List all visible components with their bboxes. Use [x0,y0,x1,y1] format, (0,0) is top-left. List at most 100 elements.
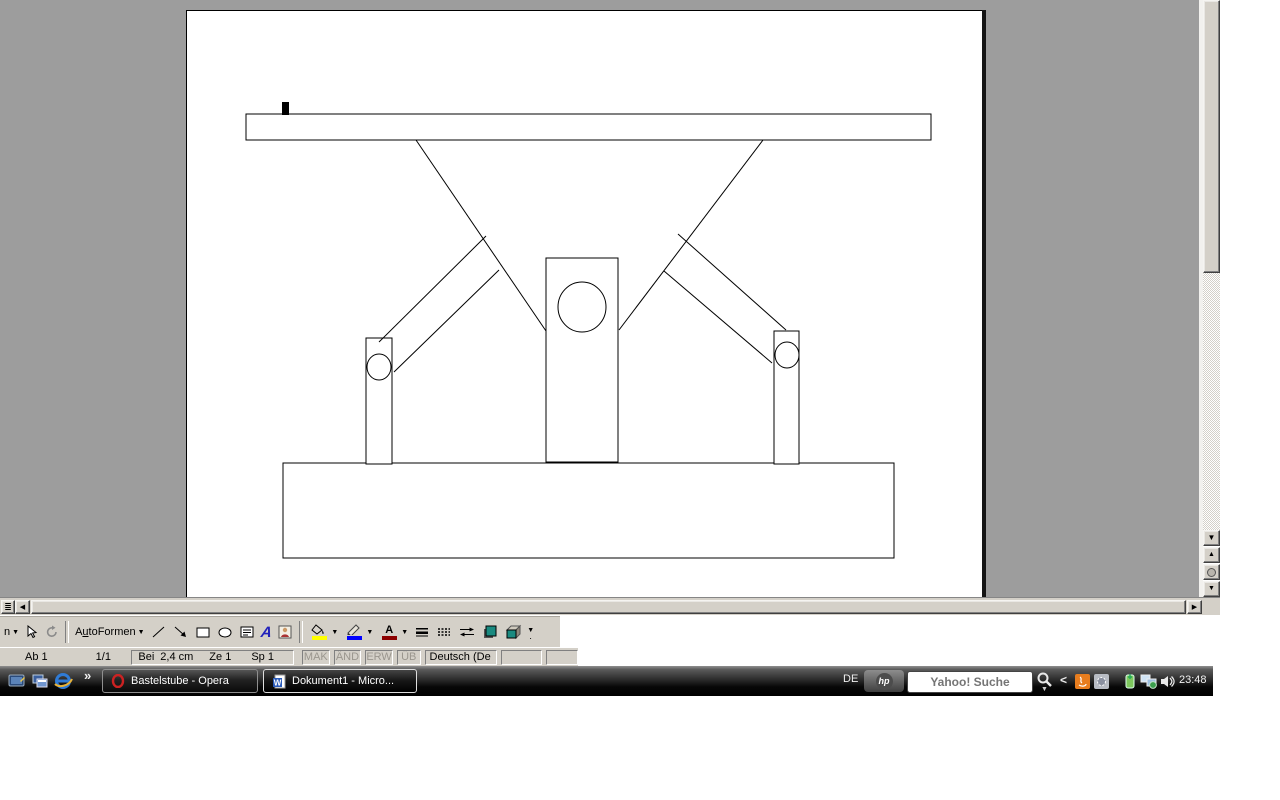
font-color-button[interactable]: A ▼ [376,621,411,643]
arrow-down-icon: ▼ [1208,534,1216,542]
word-art-icon: A [259,624,272,641]
arrow-tool-button[interactable] [170,621,192,643]
shadow-button[interactable] [479,621,501,643]
document-drawing [187,11,984,599]
status-at-value: 2,4 cm [160,651,193,663]
line-color-button[interactable]: ▼ [341,621,376,643]
background-fill [1220,0,1280,666]
fill-color-button[interactable]: ▼ [306,621,341,643]
internet-explorer-icon[interactable] [53,672,73,690]
threed-button[interactable] [501,621,525,643]
tray-collapse-chevron[interactable]: < [1060,673,1067,687]
scroll-left-button[interactable]: ◀ [15,600,30,614]
rectangle-icon [195,624,211,640]
taskbar-button-opera[interactable]: Bastelstube - Opera [102,669,258,693]
line-tool-button[interactable] [148,621,170,643]
drawing-shape[interactable] [379,236,486,342]
status-bar: Ab 1 1/1 Bei 2,4 cm Ze 1 Sp 1 MAK ÄND ER… [0,647,578,666]
window-switcher-icon[interactable] [31,672,49,690]
autoshapes-label: AutoFormen [75,626,136,638]
oval-tool-button[interactable] [214,621,236,643]
background-fill [560,616,1220,647]
3d-icon [504,624,522,640]
select-browse-object-button[interactable] [1203,564,1220,580]
drawing-shape[interactable] [283,463,894,558]
tray-clock[interactable]: 23:48 [1179,674,1207,686]
horizontal-scrollbar[interactable]: ≣ ◀ ▶ [0,597,1220,615]
arrow-style-button[interactable] [455,621,479,643]
status-mode-and[interactable]: ÄND [334,650,362,665]
clipart-button[interactable] [274,621,296,643]
free-rotate-button[interactable] [42,621,62,643]
status-spell-panel [501,650,542,665]
taskbar-button-label: Dokument1 - Micro... [292,675,394,687]
text-box-icon [239,624,255,640]
line-color-bar [347,636,362,640]
vscroll-track[interactable] [1203,273,1220,530]
arrow-right-icon: ▶ [1192,604,1197,611]
chevron-down-icon: ▼ [401,629,408,636]
taskbar-button-word[interactable]: W Dokument1 - Micro... [263,669,417,693]
drawing-shape[interactable] [664,271,772,363]
toolbar-options-button[interactable]: ▼ . [525,621,536,643]
select-arrow-icon [25,625,39,639]
drawing-shape[interactable] [774,331,799,464]
view-button[interactable]: ≣ [1,600,15,614]
drawing-shape[interactable] [546,258,618,462]
document-page[interactable] [186,10,984,599]
background-fill [0,696,1280,800]
draw-menu-button[interactable]: n▼ [1,621,22,643]
search-dropdown-chevron[interactable]: ▼ [1041,686,1048,693]
java-tray-icon[interactable] [1075,674,1090,689]
drawing-shape[interactable] [366,338,392,464]
drawing-shape[interactable] [246,114,931,140]
oval-icon [217,624,233,640]
scroll-down-button[interactable]: ▼ [1203,530,1220,546]
status-language-panel[interactable]: Deutsch (De [425,650,498,665]
battery-icon[interactable] [1124,673,1137,689]
more-dot: . [529,634,532,638]
tray-app-icon[interactable] [1094,674,1109,689]
yahoo-search-input[interactable] [907,671,1033,693]
page-shadow [982,10,986,598]
hscroll-thumb[interactable] [31,600,1186,614]
quick-launch-chevron[interactable]: » [84,668,91,683]
line-style-button[interactable] [411,621,433,643]
font-color-icon: A [385,625,393,635]
drawing-toolbar: n▼ AutoFormen ▼ A [0,616,560,647]
status-extra-panel [546,650,578,665]
chevron-down-icon: ▼ [12,629,19,636]
wordart-button[interactable]: A [258,621,275,643]
rectangle-tool-button[interactable] [192,621,214,643]
chevron-down-icon: ▼ [366,629,373,636]
status-column: Sp 1 [251,651,274,663]
drawing-shape[interactable] [678,234,786,330]
volume-icon[interactable] [1159,674,1175,689]
network-icon[interactable] [1140,673,1158,689]
status-mode-mak[interactable]: MAK [302,650,330,665]
hp-button[interactable]: hp [864,670,904,692]
status-mode-erw[interactable]: ERW [365,650,393,665]
select-objects-button[interactable] [22,621,42,643]
vscroll-thumb[interactable] [1203,0,1220,273]
drawing-shape[interactable] [619,140,763,330]
previous-page-button[interactable]: ▲ [1203,547,1220,563]
line-icon [151,624,167,640]
scroll-right-button[interactable]: ▶ [1187,600,1202,614]
tray-language-indicator[interactable]: DE [843,673,858,685]
status-mode-ub[interactable]: ÜB [397,650,421,665]
drawing-shape[interactable] [394,270,499,372]
status-page-count: 1/1 [96,651,111,663]
background-fill [1213,666,1280,696]
line-style-icon [414,625,430,639]
autoshapes-button[interactable]: AutoFormen ▼ [72,621,147,643]
status-page-panel: Ab 1 1/1 [2,650,131,665]
next-page-button[interactable]: ▼ [1203,581,1220,597]
vertical-scrollbar[interactable]: ▼ ▲ ▼ [1203,0,1220,598]
drawing-shape[interactable] [282,102,289,115]
textbox-tool-button[interactable] [236,621,258,643]
show-desktop-icon[interactable] [8,672,26,690]
drawing-shape[interactable] [416,140,546,331]
arrow-icon [173,624,189,640]
dash-style-button[interactable] [433,621,455,643]
